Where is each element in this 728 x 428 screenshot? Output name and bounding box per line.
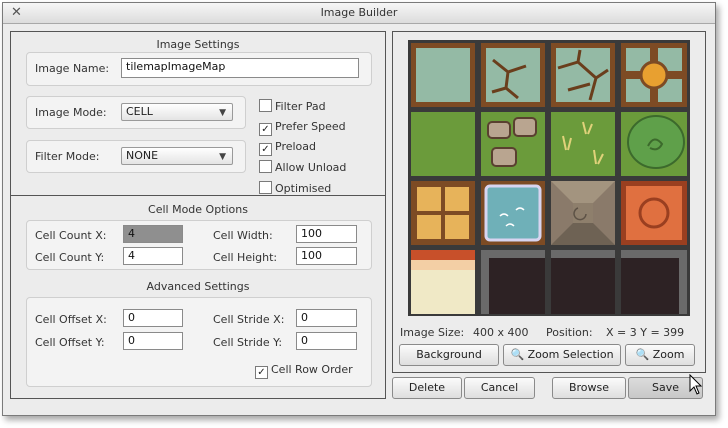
allow-unload-checkbox[interactable]: Allow Unload — [259, 160, 346, 174]
tile-sand-strip — [411, 250, 475, 314]
position-label: Position: — [546, 326, 593, 339]
chevron-down-icon: ▼ — [219, 108, 226, 118]
image-settings-header: Image Settings — [156, 38, 240, 51]
zoom-label: Zoom — [652, 348, 685, 361]
checkbox-box — [259, 99, 272, 112]
cell-count-y-input[interactable]: 4 — [123, 247, 183, 265]
cell-width-label: Cell Width: — [213, 229, 273, 242]
cell-row-order-checkbox[interactable]: ✓ Cell Row Order — [255, 363, 353, 379]
image-size-value: 400 x 400 — [473, 326, 529, 339]
cell-mode-header: Cell Mode Options — [148, 203, 248, 216]
cell-offset-x-label: Cell Offset X: — [35, 313, 107, 326]
tile-stone-cracked — [481, 43, 545, 107]
tile-pyramid — [551, 181, 615, 245]
cell-count-y-label: Cell Count Y: — [35, 251, 105, 264]
cell-offset-y-input[interactable]: 0 — [123, 332, 183, 350]
image-mode-value: CELL — [126, 105, 153, 118]
delete-button[interactable]: Delete — [392, 377, 462, 399]
tile-orange-panel — [621, 181, 687, 245]
tilemap-preview[interactable] — [408, 40, 690, 316]
cell-height-label: Cell Height: — [213, 251, 278, 264]
tile-dark-corner-right — [621, 250, 687, 314]
advanced-settings-header: Advanced Settings — [146, 280, 250, 293]
checkbox-label: Filter Pad — [275, 100, 326, 113]
tile-grass — [411, 112, 475, 176]
tile-stone — [411, 43, 475, 107]
checkbox-label: Allow Unload — [275, 161, 347, 174]
cell-height-input[interactable]: 100 — [296, 247, 357, 265]
cell-stride-x-input[interactable]: 0 — [296, 309, 357, 327]
image-mode-label: Image Mode: — [35, 106, 107, 119]
tile-grass-tufts — [551, 112, 615, 176]
background-button[interactable]: Background — [399, 344, 499, 366]
cell-offset-x-input[interactable]: 0 — [123, 309, 183, 327]
preload-checkbox[interactable]: ✓ Preload — [259, 140, 316, 156]
image-builder-window: ✕ Image Builder Image Settings Image Nam… — [2, 2, 716, 416]
zoom-selection-label: Zoom Selection — [527, 348, 614, 361]
settings-panel: Image Settings Image Name: tilemapImageM… — [10, 31, 386, 399]
filter-mode-select[interactable]: NONE ▼ — [121, 147, 233, 165]
magnifier-icon: 🔍 — [635, 348, 650, 361]
tile-dark-edge — [551, 250, 615, 314]
filter-mode-label: Filter Mode: — [35, 150, 100, 163]
image-mode-select[interactable]: CELL ▼ — [121, 103, 233, 121]
image-size-label: Image Size: — [400, 326, 465, 339]
tile-bush — [621, 112, 687, 176]
mouse-cursor-icon — [689, 374, 703, 395]
optimised-checkbox[interactable]: Optimised — [259, 181, 331, 195]
chevron-down-icon: ▼ — [219, 152, 226, 162]
section-divider — [11, 195, 385, 196]
tilemap-canvas — [408, 40, 690, 316]
tile-water — [481, 181, 545, 245]
checkbox-label: Optimised — [275, 182, 332, 195]
checkbox-label: Prefer Speed — [275, 120, 346, 133]
image-mode-group: Image Mode: CELL ▼ — [26, 96, 246, 129]
filter-pad-checkbox[interactable]: Filter Pad — [259, 99, 326, 113]
image-name-label: Image Name: — [35, 62, 110, 75]
position-value: X = 3 Y = 399 — [606, 326, 685, 339]
cell-count-x-label: Cell Count X: — [35, 229, 107, 242]
cell-offset-y-label: Cell Offset Y: — [35, 336, 105, 349]
cell-stride-x-label: Cell Stride X: — [213, 313, 285, 326]
checkbox-label: Preload — [275, 140, 316, 153]
checkmark-icon: ✓ — [259, 143, 272, 156]
cell-stride-y-input[interactable]: 0 — [296, 332, 357, 350]
tile-stone-broken — [551, 43, 615, 107]
zoom-button[interactable]: 🔍 Zoom — [625, 344, 695, 366]
cell-width-input[interactable]: 100 — [296, 225, 357, 243]
cell-stride-y-label: Cell Stride Y: — [213, 336, 283, 349]
checkbox-label: Cell Row Order — [271, 363, 353, 376]
title-bar: ✕ Image Builder — [3, 3, 715, 24]
magnifier-icon: 🔍 — [510, 348, 525, 361]
tile-stone-pressure-plate — [621, 43, 687, 107]
window-title: Image Builder — [320, 6, 398, 19]
checkbox-box — [259, 160, 272, 173]
cell-mode-group: Cell Count X: 4 Cell Width: 100 Cell Cou… — [26, 220, 372, 270]
tile-wood-window — [411, 181, 475, 245]
cell-count-x-input[interactable]: 4 — [123, 225, 183, 243]
checkmark-icon: ✓ — [255, 366, 268, 379]
tile-dark-corner — [481, 250, 545, 314]
prefer-speed-checkbox[interactable]: ✓ Prefer Speed — [259, 120, 346, 136]
checkbox-box — [259, 181, 272, 194]
tile-grass-rocks — [481, 112, 545, 176]
image-name-input[interactable]: tilemapImageMap — [121, 58, 359, 78]
cancel-button[interactable]: Cancel — [464, 377, 535, 399]
filter-mode-value: NONE — [126, 149, 159, 162]
browse-button[interactable]: Browse — [552, 377, 626, 399]
advanced-group: Cell Offset X: 0 Cell Stride X: 0 Cell O… — [26, 297, 372, 387]
checkmark-icon: ✓ — [259, 123, 272, 136]
zoom-selection-button[interactable]: 🔍 Zoom Selection — [503, 344, 621, 366]
filter-mode-group: Filter Mode: NONE ▼ — [26, 140, 246, 173]
image-name-group: Image Name: tilemapImageMap — [26, 52, 372, 86]
